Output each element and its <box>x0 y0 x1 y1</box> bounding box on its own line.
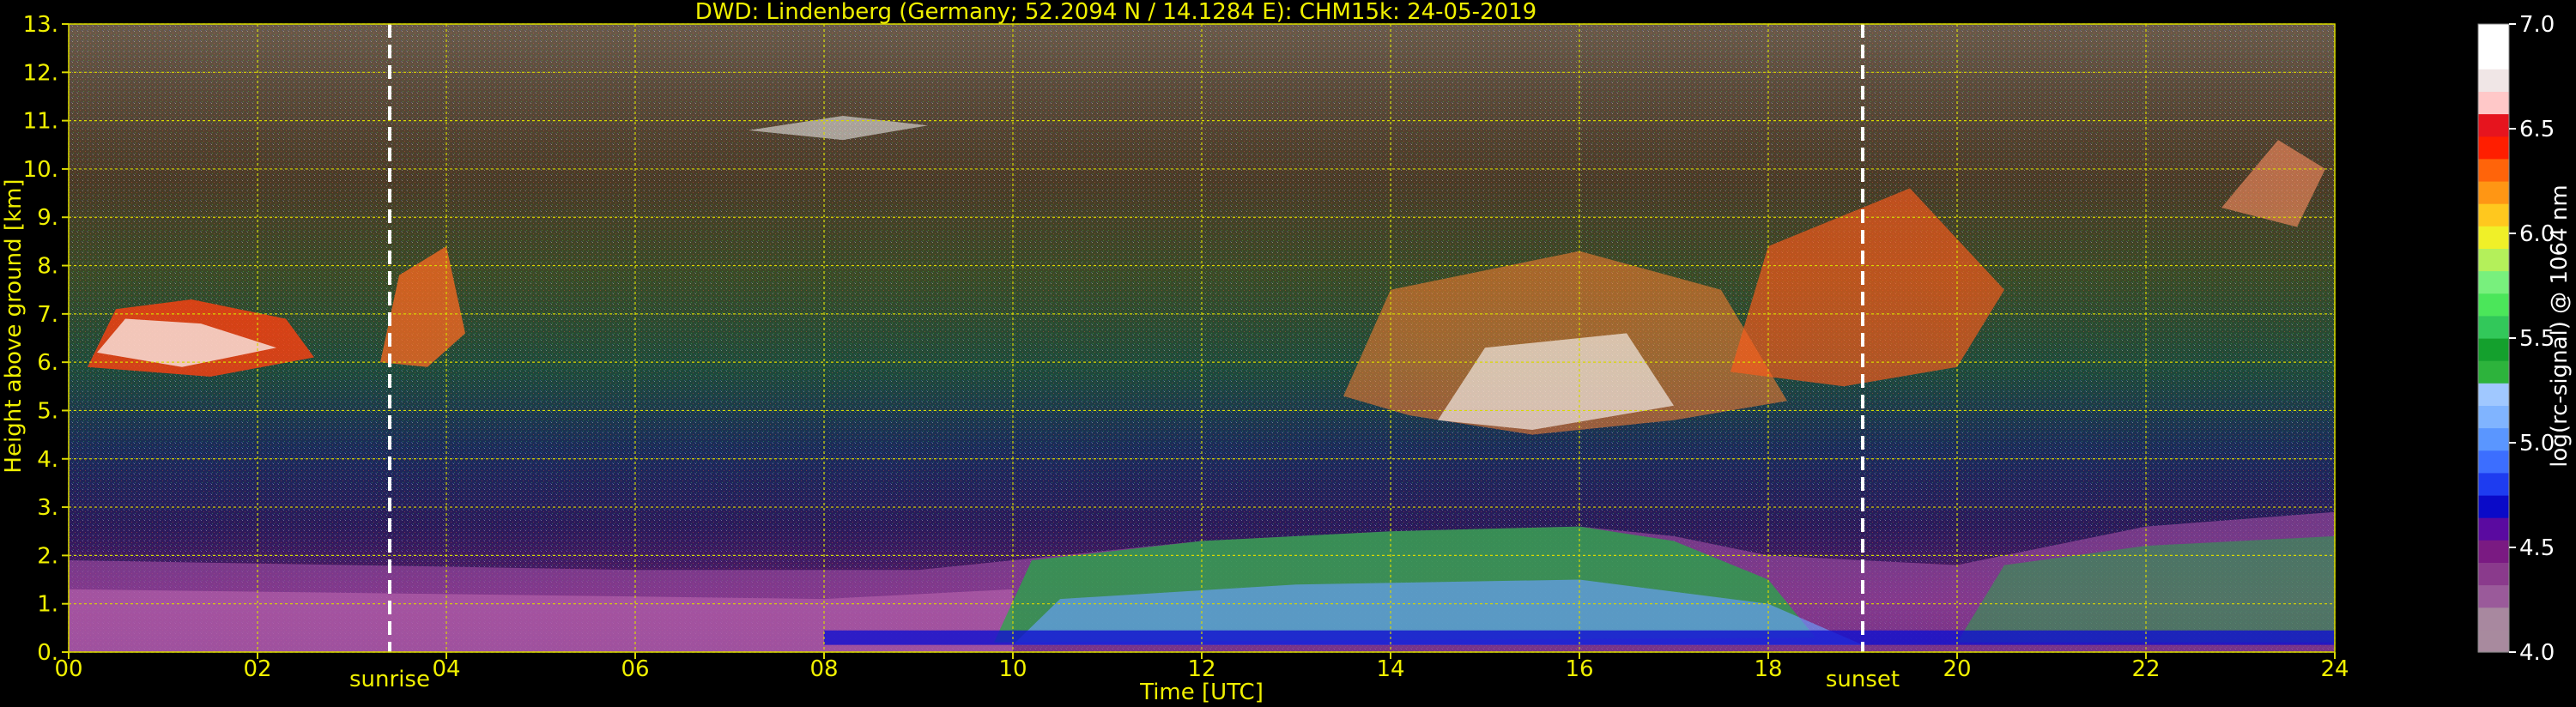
colorbar-segment <box>2478 315 2509 339</box>
colorbar-segment <box>2478 226 2509 249</box>
colorbar-segment <box>2478 472 2509 496</box>
y-tick-label: 2. <box>37 543 58 569</box>
x-tick-label: 10 <box>998 656 1027 682</box>
ceilometer-chart: sunrise sunset 00 02 04 06 08 10 12 14 16 18 20 22 24… <box>0 0 2576 707</box>
colorbar-segment <box>2478 181 2509 204</box>
colorbar-segment <box>2478 584 2509 608</box>
y-axis-label: Height above ground [km] <box>1 178 27 473</box>
x-tick-label: 18 <box>1754 656 1782 682</box>
colorbar-tick-label: 4.0 <box>2519 640 2555 666</box>
colorbar-segment <box>2478 517 2509 541</box>
y-tick-label: 10. <box>23 157 58 183</box>
colorbar-segment <box>2478 338 2509 361</box>
x-tick-label: 02 <box>243 656 271 682</box>
sunset-label: sunset <box>1826 667 1900 692</box>
x-tick-label: 06 <box>621 656 649 682</box>
y-tick-label: 13. <box>23 12 58 38</box>
x-tick-label: 12 <box>1187 656 1215 682</box>
x-tick-label: 22 <box>2131 656 2160 682</box>
x-tick-label: 00 <box>54 656 82 682</box>
colorbar-segment <box>2478 69 2509 92</box>
colorbar-segment <box>2478 158 2509 182</box>
colorbar-segment <box>2478 607 2509 631</box>
colorbar-segment <box>2478 427 2509 451</box>
y-tick-label: 9. <box>37 205 58 231</box>
colorbar-segment <box>2478 248 2509 272</box>
colorbar-segment <box>2478 293 2509 317</box>
y-tick-label: 3. <box>37 495 58 521</box>
x-tick-label: 14 <box>1376 656 1404 682</box>
colorbar-segment <box>2478 405 2509 429</box>
y-tick-label: 4. <box>37 447 58 473</box>
y-tick-label: 6. <box>37 350 58 376</box>
colorbar-segment <box>2478 629 2509 653</box>
x-tick-label: 24 <box>2320 656 2349 682</box>
colorbar-segment <box>2478 540 2509 563</box>
x-tick-label: 04 <box>432 656 460 682</box>
colorbar-segment <box>2478 383 2509 406</box>
colorbar-segment <box>2478 46 2509 69</box>
y-tick-label: 0. <box>37 640 58 666</box>
colorbar-segment <box>2478 91 2509 115</box>
colorbar-segment <box>2478 360 2509 384</box>
colorbar-segment <box>2478 24 2509 47</box>
colorbar-tick-label: 4.5 <box>2519 535 2555 561</box>
x-tick-label: 08 <box>809 656 838 682</box>
colorbar-segment <box>2478 113 2509 137</box>
x-tick-label: 20 <box>1943 656 1971 682</box>
colorbar-tick-label: 7.0 <box>2519 12 2555 38</box>
colorbar-segment <box>2478 562 2509 586</box>
colorbar-segment <box>2478 450 2509 474</box>
colorbar-tick-label: 6.5 <box>2519 117 2555 142</box>
sunrise-label: sunrise <box>349 667 430 692</box>
colorbar-segment <box>2478 495 2509 518</box>
colorbar-segment <box>2478 136 2509 160</box>
chart-title: DWD: Lindenberg (Germany; 52.2094 N / 14… <box>695 0 1537 25</box>
colorbar-segment <box>2478 270 2509 294</box>
y-tick-label: 1. <box>37 592 58 618</box>
colorbar-label: log(rc-signal) @ 1064 nm <box>2547 184 2573 467</box>
y-tick-label: 8. <box>37 254 58 280</box>
y-tick-label: 11. <box>23 109 58 135</box>
colorbar-segment <box>2478 203 2509 227</box>
y-tick-label: 7. <box>37 302 58 328</box>
y-tick-label: 12. <box>23 60 58 86</box>
x-axis-label: Time [UTC] <box>1139 680 1264 705</box>
y-tick-label: 5. <box>37 398 58 424</box>
x-tick-label: 16 <box>1565 656 1593 682</box>
